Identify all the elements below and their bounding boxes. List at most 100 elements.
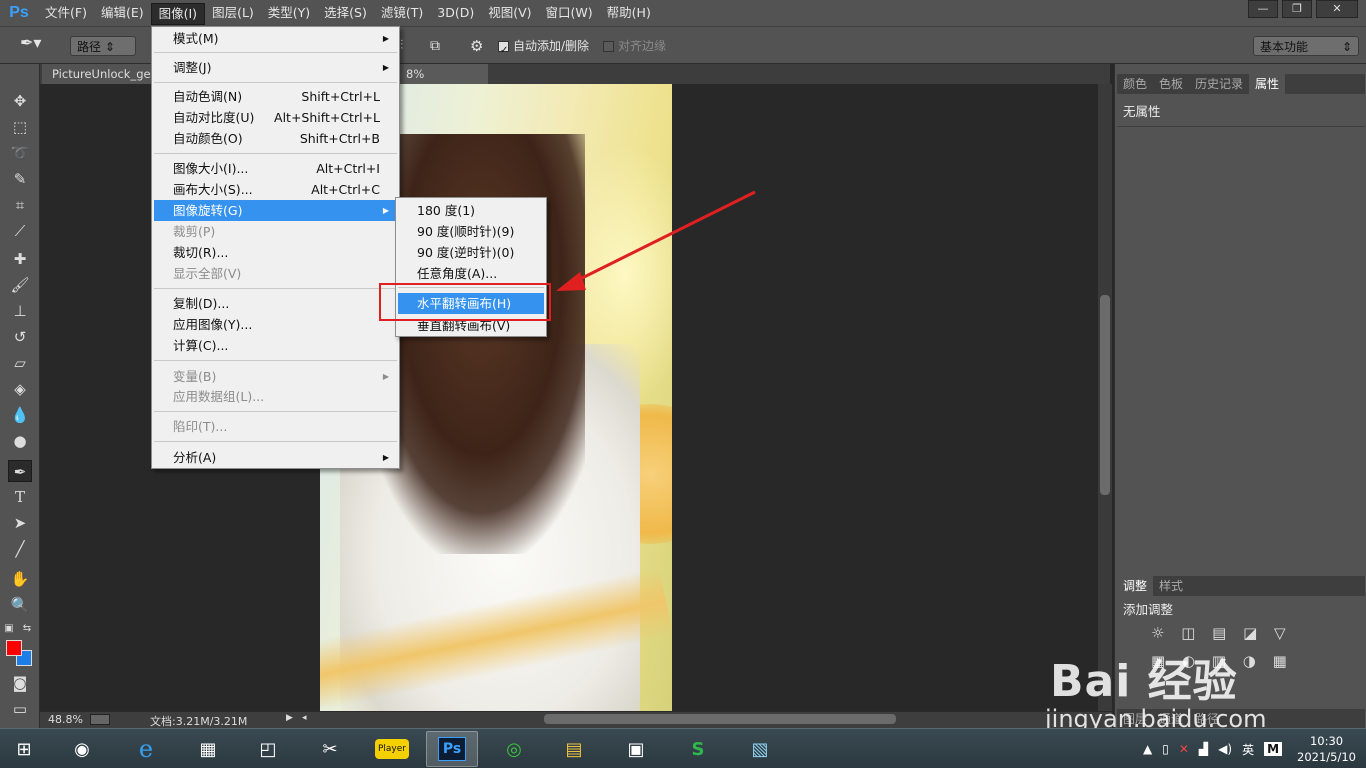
menu-item-reveal-all[interactable]: 显示全部(V) xyxy=(154,263,397,284)
signal-icon[interactable]: ▟ xyxy=(1199,742,1208,756)
menu-type[interactable]: 类型(Y) xyxy=(261,0,317,26)
submenu-item-90-cw[interactable]: 90 度(顺时针)(9) xyxy=(398,221,544,242)
device-icon[interactable]: ▯ xyxy=(1162,742,1169,756)
menu-item-calculations[interactable]: 计算(C)... xyxy=(154,335,397,356)
auto-add-delete-checkbox[interactable]: 自动添加/删除 xyxy=(498,36,589,56)
menu-item-auto-color[interactable]: 自动颜色(O) Shift+Ctrl+B xyxy=(154,128,397,149)
menu-help[interactable]: 帮助(H) xyxy=(600,0,658,26)
submenu-item-180[interactable]: 180 度(1) xyxy=(398,200,544,221)
photo-viewer-icon[interactable]: ▧ xyxy=(734,731,786,767)
align-edges-checkbox[interactable]: 对齐边缘 xyxy=(603,36,666,56)
tab-history[interactable]: 历史记录 xyxy=(1189,74,1249,94)
menu-file[interactable]: 文件(F) xyxy=(38,0,94,26)
show-hidden-icons-icon[interactable]: ▲ xyxy=(1143,742,1152,756)
document-tab-1[interactable]: PictureUnlock_gen xyxy=(42,64,152,84)
menu-layer[interactable]: 图层(L) xyxy=(205,0,261,26)
quick-select-tool-icon[interactable]: ✎ xyxy=(8,168,32,190)
line-tool-icon[interactable]: ╱ xyxy=(8,538,32,560)
restore-button[interactable]: ❐ xyxy=(1282,0,1312,18)
menu-item-image-rotation[interactable]: 图像旋转(G) ▶ xyxy=(154,200,397,221)
eraser-tool-icon[interactable]: ▱ xyxy=(8,352,32,374)
photoshop-taskbar-icon[interactable]: Ps xyxy=(426,731,478,767)
screen-mode-icon[interactable]: ▭ xyxy=(8,698,32,720)
menu-item-adjust[interactable]: 调整(J) ▶ xyxy=(154,57,397,78)
menu-image[interactable]: 图像(I) xyxy=(150,3,206,25)
menu-item-image-size[interactable]: 图像大小(I)... Alt+Ctrl+I xyxy=(154,158,397,179)
windows-start-icon[interactable]: ⊞ xyxy=(0,731,48,767)
tab-swatches[interactable]: 色板 xyxy=(1153,74,1189,94)
tab-styles[interactable]: 样式 xyxy=(1153,576,1189,596)
submenu-item-arbitrary[interactable]: 任意角度(A)... xyxy=(398,263,544,284)
status-menu-arrow-icon[interactable]: ▶ xyxy=(286,713,293,723)
tab-adjustments[interactable]: 调整 xyxy=(1117,576,1154,596)
menu-item-trim[interactable]: 裁切(R)... xyxy=(154,242,397,263)
menu-item-analysis[interactable]: 分析(A) ▶ xyxy=(154,447,397,468)
ie-browser-icon[interactable]: e xyxy=(120,731,172,767)
ime-mode[interactable]: M xyxy=(1264,742,1283,756)
blur-tool-icon[interactable]: 💧 xyxy=(8,404,32,426)
quick-mask-icon[interactable]: ◙ xyxy=(8,672,32,694)
ime-language[interactable]: 英 xyxy=(1242,741,1254,758)
menu-item-canvas-size[interactable]: 画布大小(S)... Alt+Ctrl+C xyxy=(154,179,397,200)
gear-icon[interactable]: ⚙ xyxy=(470,36,483,56)
horizontal-scroll-thumb[interactable] xyxy=(544,714,896,724)
path-select-tool-icon[interactable]: ➤ xyxy=(8,512,32,534)
lasso-tool-icon[interactable]: ➰ xyxy=(8,142,32,164)
document-tab-2[interactable]: 8%(RGB/8#) × xyxy=(396,64,488,101)
menu-item-mode[interactable]: 模式(M) ▶ xyxy=(154,28,397,49)
menu-item-duplicate[interactable]: 复制(D)... xyxy=(154,293,397,314)
menu-view[interactable]: 视图(V) xyxy=(481,0,538,26)
foreground-color-swatch[interactable] xyxy=(6,640,22,656)
zoom-tool-icon[interactable]: 🔍 xyxy=(8,594,32,616)
paint-bucket-tool-icon[interactable]: ◈ xyxy=(8,378,32,400)
move-tool-icon[interactable]: ✥ xyxy=(8,90,32,112)
stamp-tool-icon[interactable]: ⊥ xyxy=(8,300,32,322)
tab-color[interactable]: 颜色 xyxy=(1117,74,1153,94)
minimize-button[interactable]: — xyxy=(1248,0,1278,18)
submenu-item-90-ccw[interactable]: 90 度(逆时针)(0) xyxy=(398,242,544,263)
player-app-icon[interactable]: Player xyxy=(366,731,418,767)
close-button[interactable]: ✕ xyxy=(1316,0,1358,18)
swap-colors-icon[interactable]: ⇆ xyxy=(20,618,34,640)
scroll-left-icon[interactable]: ◂ xyxy=(302,713,307,723)
menu-item-apply-image[interactable]: 应用图像(Y)... xyxy=(154,314,397,335)
default-colors-icon[interactable]: ▣ xyxy=(2,618,16,640)
tab-properties[interactable]: 属性 xyxy=(1249,74,1286,94)
audio-app-icon[interactable]: ◉ xyxy=(56,731,108,767)
zoom-level[interactable]: 48.8% xyxy=(48,713,83,726)
menu-item-auto-tone[interactable]: 自动色调(N) Shift+Ctrl+L xyxy=(154,86,397,107)
calculator-icon[interactable]: ▦ xyxy=(182,731,234,767)
wps-sheets-icon[interactable]: S xyxy=(672,731,724,767)
history-brush-tool-icon[interactable]: ↺ xyxy=(8,326,32,348)
menu-edit[interactable]: 编辑(E) xyxy=(94,0,151,26)
healing-tool-icon[interactable]: ✚ xyxy=(8,248,32,270)
menu-item-trap[interactable]: 陷印(T)... xyxy=(154,416,397,437)
pen-tool-icon[interactable]: ✒ xyxy=(8,460,32,482)
eyedropper-tool-icon[interactable]: ⟋ xyxy=(8,220,32,242)
vertical-scroll-thumb[interactable] xyxy=(1100,295,1110,495)
menu-item-crop[interactable]: 裁剪(P) xyxy=(154,221,397,242)
path-align-icon[interactable]: ⫶ xyxy=(400,36,403,56)
hand-tool-icon[interactable]: ✋ xyxy=(8,568,32,590)
dodge-tool-icon[interactable]: ● xyxy=(8,430,32,452)
paint-app-icon[interactable]: ✂ xyxy=(304,731,356,767)
menu-filter[interactable]: 滤镜(T) xyxy=(374,0,430,26)
network-error-icon[interactable]: ✕ xyxy=(1179,742,1189,756)
monitor-app-icon[interactable]: ◰ xyxy=(242,731,294,767)
menu-item-apply-data-set[interactable]: 应用数据组(L)... xyxy=(154,386,397,407)
marquee-tool-icon[interactable]: ⬚ xyxy=(8,116,32,138)
menu-3d[interactable]: 3D(D) xyxy=(430,0,481,26)
status-preview-icon[interactable] xyxy=(90,714,110,725)
volume-icon[interactable]: ◀) xyxy=(1218,742,1232,756)
menu-item-auto-contrast[interactable]: 自动对比度(U) Alt+Shift+Ctrl+L xyxy=(154,107,397,128)
pen-tool-preset-icon[interactable]: ✒▾ xyxy=(20,33,41,53)
workspace-select[interactable]: 基本功能 ⇕ xyxy=(1253,36,1359,56)
path-arrange-icon[interactable]: ⧉ xyxy=(430,36,440,56)
menu-window[interactable]: 窗口(W) xyxy=(539,0,600,26)
browser-360-icon[interactable]: ◎ xyxy=(488,731,540,767)
menu-item-variables[interactable]: 变量(B) ▶ xyxy=(154,366,397,387)
adjustment-icons-row-1[interactable]: ☼ ◫ ▤ ◪ ▽ xyxy=(1151,624,1292,642)
clock[interactable]: 10:30 2021/5/10 xyxy=(1297,733,1356,765)
crop-tool-icon[interactable]: ⌗ xyxy=(8,194,32,216)
file-explorer-icon[interactable]: ▤ xyxy=(548,731,600,767)
